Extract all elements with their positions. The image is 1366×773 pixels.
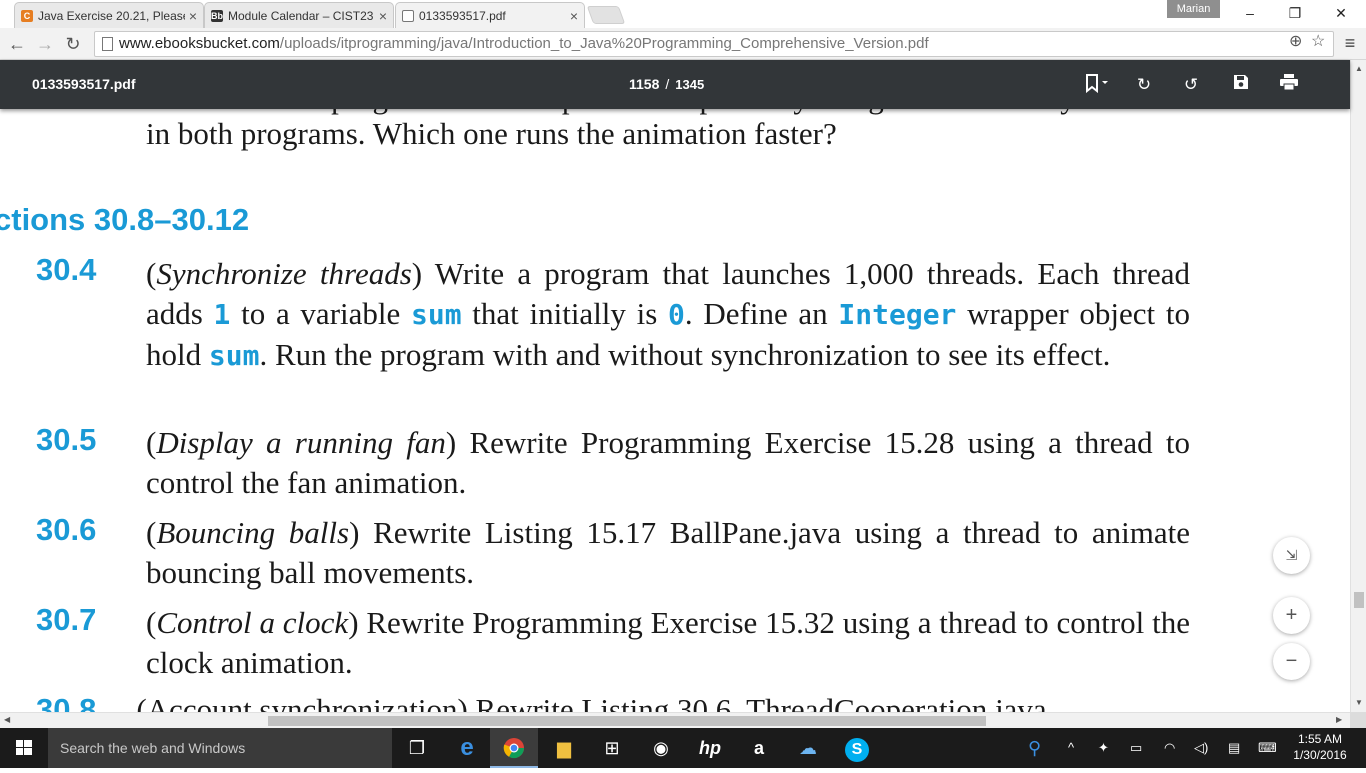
system-clock[interactable]: 1:55 AM 1/30/2016: [1290, 731, 1350, 763]
clock-time: 1:55 AM: [1297, 732, 1343, 746]
exercise-30-4-text: (Synchronize threads) Write a program th…: [146, 256, 1191, 372]
tab-title: Module Calendar – CIST23: [228, 8, 374, 23]
tab-title: Java Exercise 20.21, Please: [38, 8, 185, 23]
print-icon[interactable]: [1277, 73, 1301, 97]
exercise-title: Synchronize threads: [156, 256, 412, 291]
exercise-number: 30.6: [36, 512, 97, 547]
current-page-input[interactable]: 1158: [629, 76, 659, 92]
keyboard-icon[interactable]: ⌨: [1258, 728, 1277, 768]
url-host: www.ebooksbucket.com: [119, 35, 280, 52]
partial-exercise-line: 30.8 (Account synchronization) Rewrite Li…: [36, 692, 1047, 712]
pdf-toolbar: 0133593517.pdf 1158/1345 ↻ ↺: [0, 60, 1350, 109]
pdf-filename: 0133593517.pdf: [32, 76, 136, 92]
battery-icon[interactable]: ▭: [1130, 728, 1142, 768]
url-path: /uploads/itprogramming/java/Introduction…: [279, 35, 929, 52]
edge-icon[interactable]: e: [443, 728, 491, 768]
chrome-icon[interactable]: [490, 728, 538, 768]
scroll-right-arrow-icon[interactable]: ▶: [1336, 715, 1342, 724]
pdf-viewer: Run these two programs and compare their…: [0, 60, 1350, 712]
weather-app-icon[interactable]: ☁: [784, 728, 832, 768]
chrome-menu-icon[interactable]: ≡: [1340, 32, 1360, 54]
vertical-scroll-thumb[interactable]: [1354, 592, 1364, 608]
amazon-icon[interactable]: a: [735, 728, 783, 768]
hp-icon[interactable]: hp: [686, 728, 734, 768]
file-explorer-icon[interactable]: ▆: [540, 728, 588, 768]
volume-icon[interactable]: ◁): [1194, 728, 1208, 768]
exercise-number: 30.4: [36, 252, 97, 287]
save-icon[interactable]: [1229, 73, 1253, 97]
tab-title: 0133593517.pdf: [419, 9, 506, 23]
clock-date: 1/30/2016: [1293, 748, 1347, 762]
taskbar-search[interactable]: Search the web and Windows: [48, 728, 392, 768]
tab-strip: C Java Exercise 20.21, Please × Bb Modul…: [0, 0, 1366, 29]
back-arrow-icon[interactable]: ←: [6, 33, 28, 55]
zoom-in-icon[interactable]: +: [1273, 597, 1310, 634]
restore-icon[interactable]: ❐: [1272, 0, 1318, 26]
network-assistant-icon[interactable]: ⚲: [1028, 728, 1041, 768]
document-favicon-icon: [402, 10, 414, 22]
tab-pdf[interactable]: 0133593517.pdf ×: [395, 2, 585, 29]
tab-module-calendar[interactable]: Bb Module Calendar – CIST23 ×: [204, 2, 394, 28]
task-view-icon[interactable]: ❐: [393, 728, 441, 768]
exercise-30-6-text: (Bouncing balls) Rewrite Listing 15.17 B…: [146, 515, 1190, 590]
exercise-title: Display a running fan: [156, 425, 446, 460]
dropbox-icon[interactable]: ✦: [1098, 728, 1109, 768]
page-info-icon[interactable]: [102, 37, 113, 51]
rotate-clockwise-icon[interactable]: ↻: [1132, 73, 1156, 97]
exercise-30-7-text: (Control a clock) Rewrite Programming Ex…: [146, 605, 1190, 680]
close-window-icon[interactable]: ✕: [1318, 0, 1364, 26]
action-center-icon[interactable]: ▤: [1228, 728, 1240, 768]
exercise-title: Control a clock: [156, 605, 349, 640]
scroll-corner: [1350, 712, 1366, 728]
minimize-icon[interactable]: –: [1227, 0, 1273, 26]
text-line: in both programs. Which one runs the ani…: [146, 116, 837, 151]
zoom-icon[interactable]: ⊕: [1289, 31, 1302, 51]
close-tab-icon[interactable]: ×: [570, 8, 578, 24]
exercise-title: Bouncing balls: [156, 515, 350, 550]
rotate-counterclockwise-icon[interactable]: ↺: [1179, 73, 1203, 97]
browser-toolbar: ← → ↻ www.ebooksbucket.com/uploads/itpro…: [0, 28, 1366, 60]
scroll-left-arrow-icon[interactable]: ◀: [4, 715, 10, 724]
exercise-number: 30.5: [36, 422, 97, 457]
zoom-out-icon[interactable]: −: [1273, 643, 1310, 680]
tab-java-exercise[interactable]: C Java Exercise 20.21, Please ×: [14, 2, 204, 28]
address-bar[interactable]: www.ebooksbucket.com/uploads/itprogrammi…: [94, 31, 1334, 57]
exercise-30-5-text: (Display a running fan) Rewrite Programm…: [146, 425, 1190, 500]
section-heading: ctions 30.8–30.12: [0, 202, 250, 237]
new-tab-button[interactable]: [586, 6, 626, 24]
wifi-icon[interactable]: ◠: [1164, 728, 1175, 768]
horizontal-scrollbar[interactable]: ◀ ▶: [0, 712, 1350, 728]
skype-icon[interactable]: S: [833, 728, 881, 768]
fit-to-page-icon[interactable]: ⇲: [1273, 537, 1310, 574]
taskbar: Search the web and Windows ❐ e ▆ ⊞ ◉ hp …: [0, 728, 1366, 768]
reload-icon[interactable]: ↻: [62, 33, 84, 55]
windows-logo-icon: [16, 740, 32, 755]
start-button[interactable]: [0, 728, 48, 768]
page-indicator: 1158/1345: [629, 76, 705, 92]
scroll-up-arrow-icon[interactable]: ▲: [1351, 64, 1366, 73]
close-tab-icon[interactable]: ×: [189, 8, 197, 24]
exercise-number: 30.7: [36, 602, 97, 637]
camera-app-icon[interactable]: ◉: [637, 728, 685, 768]
forward-arrow-icon[interactable]: →: [34, 33, 56, 55]
chegg-favicon-icon: C: [21, 9, 33, 22]
scroll-down-arrow-icon[interactable]: ▼: [1351, 698, 1366, 707]
vertical-scrollbar[interactable]: ▲ ▼: [1350, 60, 1366, 712]
bookmark-star-icon[interactable]: ☆: [1311, 31, 1325, 51]
bookmark-icon[interactable]: [1080, 73, 1114, 97]
profile-button[interactable]: Marian: [1167, 0, 1220, 18]
store-icon[interactable]: ⊞: [588, 728, 636, 768]
horizontal-scroll-thumb[interactable]: [268, 716, 986, 726]
total-pages: 1345: [675, 77, 705, 92]
show-hidden-icons-icon[interactable]: ^: [1068, 728, 1074, 768]
blackboard-favicon-icon: Bb: [211, 9, 223, 22]
close-tab-icon[interactable]: ×: [379, 8, 387, 24]
